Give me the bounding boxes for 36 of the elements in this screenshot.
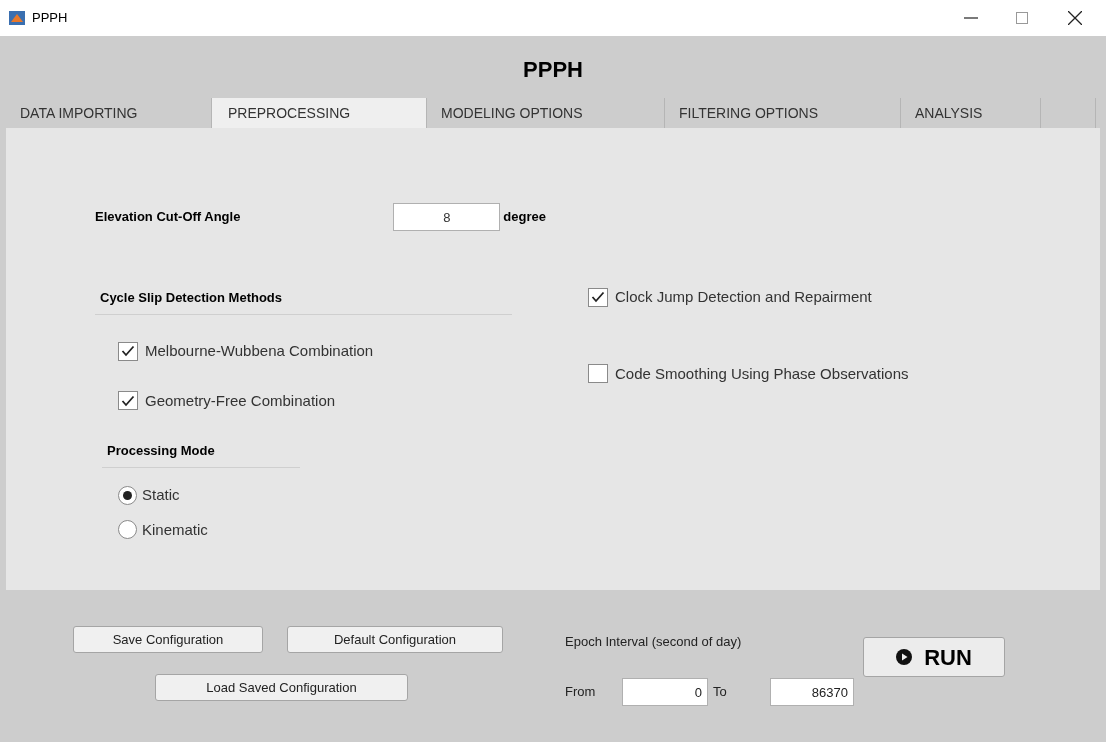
default-button[interactable]: Default Configuration — [287, 626, 503, 653]
checkbox-label: Clock Jump Detection and Repairment — [615, 287, 872, 307]
checkbox[interactable] — [118, 391, 138, 411]
app-icon — [9, 11, 25, 25]
radio-button[interactable] — [118, 485, 137, 505]
save-button[interactable]: Save Configuration — [73, 626, 263, 653]
unit-label: degree — [503, 208, 546, 227]
check-icon — [121, 394, 135, 407]
section-title: Cycle Slip Detection Methods — [100, 290, 283, 305]
checkbox[interactable] — [588, 287, 608, 307]
checkbox[interactable] — [588, 364, 608, 384]
to-label: To — [713, 683, 728, 702]
input-field[interactable]: 8 — [393, 203, 501, 231]
play-icon — [896, 649, 913, 665]
from-input[interactable]: 0 — [622, 678, 708, 706]
check-icon — [591, 291, 605, 304]
checkbox-label: Code Smoothing Using Phase Observations — [615, 363, 909, 384]
close-icon[interactable] — [1068, 11, 1082, 25]
from-label: From — [565, 683, 597, 702]
radio-label: Kinematic — [142, 519, 208, 540]
section-title: Processing Mode — [107, 443, 215, 458]
radio-button[interactable] — [118, 520, 137, 540]
load-button[interactable]: Load Saved Configuration — [155, 674, 408, 701]
checkbox[interactable] — [118, 341, 138, 361]
app-header: PPPH — [523, 55, 583, 84]
field-label: Elevation Cut-Off Angle — [95, 208, 242, 227]
checkbox-label: Geometry-Free Combination — [145, 390, 336, 411]
checkbox-label: Melbourne-Wubbena Combination — [145, 341, 374, 361]
to-input[interactable]: 86370 — [770, 678, 854, 706]
window-title: PPPH — [32, 9, 68, 28]
run-button[interactable]: RUN — [863, 637, 1005, 677]
epoch-label: Epoch Interval (second of day) — [565, 634, 742, 649]
maximize-icon[interactable] — [1016, 12, 1028, 24]
tab[interactable]: PREPROCESSING — [212, 98, 427, 128]
radio-label: Static — [142, 485, 180, 505]
check-icon — [121, 345, 135, 358]
